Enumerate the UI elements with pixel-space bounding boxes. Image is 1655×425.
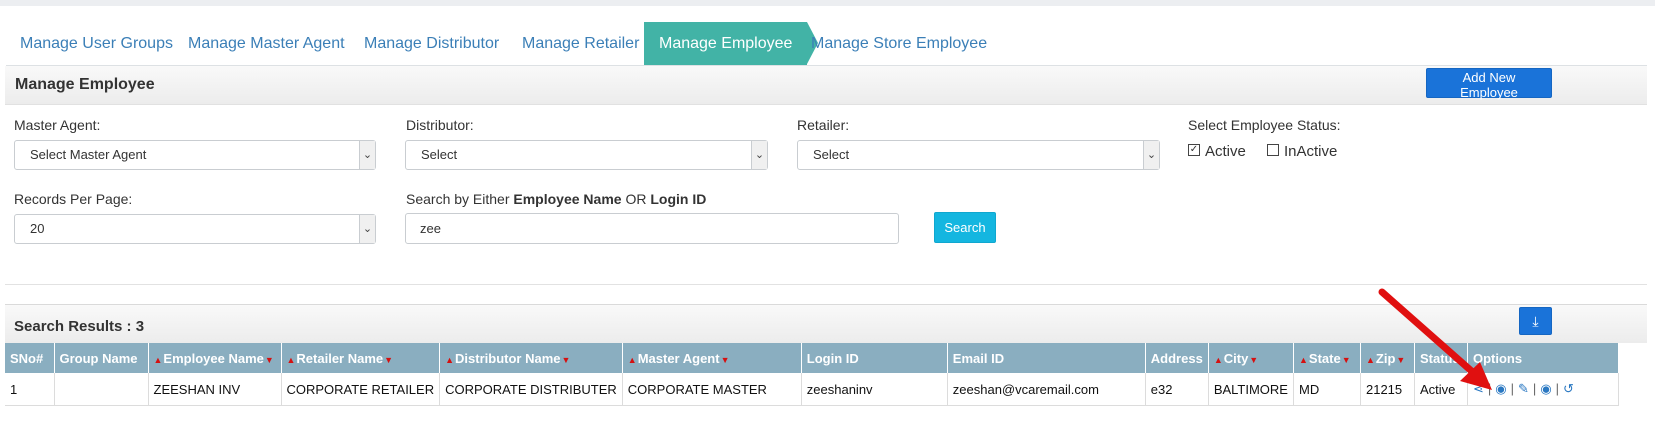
active-checkbox[interactable]: ✓ Active bbox=[1188, 143, 1246, 160]
sort-down-icon: ▼ bbox=[561, 354, 571, 365]
search-button[interactable]: Search bbox=[934, 212, 996, 243]
pencil-icon[interactable]: ✎ bbox=[1518, 381, 1529, 396]
col-email-id: Email ID bbox=[947, 343, 1146, 373]
sort-up-icon: ▲ bbox=[1298, 354, 1308, 365]
col-group-name: Group Name bbox=[54, 343, 149, 373]
cell-city: BALTIMORE bbox=[1208, 373, 1294, 406]
records-per-page-value: 20 bbox=[30, 221, 45, 236]
col-master-agent[interactable]: ▲Master Agent▼ bbox=[622, 343, 802, 373]
master-agent-value: Select Master Agent bbox=[30, 147, 147, 162]
master-agent-select[interactable]: Select Master Agent ⌄ bbox=[14, 140, 376, 170]
table-row: 1 ZEESHAN INV CORPORATE RETAILER CORPORA… bbox=[5, 373, 1619, 406]
distributor-value: Select bbox=[421, 147, 458, 162]
results-title: Search Results : 3 bbox=[14, 318, 145, 335]
add-new-employee-button[interactable]: Add New Employee bbox=[1426, 68, 1552, 100]
search-input[interactable] bbox=[405, 213, 899, 244]
col-options: Options bbox=[1467, 343, 1619, 373]
cell-options: ⋖ | ◉ | ✎ | ◉ | ↺ bbox=[1467, 373, 1619, 406]
records-per-page-label: Records Per Page: bbox=[14, 191, 133, 207]
col-address: Address bbox=[1145, 343, 1209, 373]
tab-manage-distributor[interactable]: Manage Distributor bbox=[364, 22, 499, 65]
col-retailer-name[interactable]: ▲Retailer Name▼ bbox=[281, 343, 441, 373]
sort-down-icon: ▼ bbox=[1341, 354, 1351, 365]
cell-group-name bbox=[54, 373, 149, 406]
sort-up-icon: ▲ bbox=[445, 354, 455, 365]
user-lock-icon[interactable]: ◉ bbox=[1495, 381, 1506, 396]
cell-address: e32 bbox=[1145, 373, 1209, 406]
chevron-down-icon: ⌄ bbox=[359, 141, 375, 169]
col-status: Status bbox=[1414, 343, 1468, 373]
checkbox-unchecked-icon bbox=[1267, 144, 1279, 157]
tab-manage-master-agent[interactable]: Manage Master Agent bbox=[188, 22, 345, 65]
col-distributor-name[interactable]: ▲Distributor Name▼ bbox=[439, 343, 623, 373]
search-label-or: OR bbox=[621, 191, 651, 207]
col-sno: SNo# bbox=[5, 343, 55, 373]
status-label: Select Employee Status: bbox=[1188, 117, 1341, 133]
sort-down-icon: ▼ bbox=[720, 354, 730, 365]
cell-master-agent: CORPORATE MASTER bbox=[622, 373, 802, 406]
sort-up-icon: ▲ bbox=[153, 354, 163, 365]
sitemap-icon[interactable]: ⋖ bbox=[1473, 381, 1484, 396]
search-label-login-id: Login ID bbox=[650, 191, 707, 207]
col-zip[interactable]: ▲Zip▼ bbox=[1360, 343, 1415, 373]
cell-employee-name: ZEESHAN INV bbox=[148, 373, 282, 406]
divider bbox=[5, 284, 1647, 285]
sort-up-icon: ▲ bbox=[1213, 354, 1223, 365]
inactive-checkbox[interactable]: InActive bbox=[1267, 143, 1337, 160]
cell-zip: 21215 bbox=[1360, 373, 1415, 406]
table-header-row: SNo# Group Name ▲Employee Name▼ ▲Retaile… bbox=[5, 343, 1619, 373]
page-title: Manage Employee bbox=[15, 76, 155, 93]
active-label: Active bbox=[1205, 143, 1246, 160]
retailer-value: Select bbox=[813, 147, 850, 162]
distributor-label: Distributor: bbox=[406, 117, 474, 133]
sort-up-icon: ▲ bbox=[1365, 354, 1375, 365]
distributor-select[interactable]: Select ⌄ bbox=[405, 140, 768, 170]
tab-manage-employee[interactable]: Manage Employee bbox=[644, 22, 819, 65]
results-header: Search Results : 3 ⤓ bbox=[5, 304, 1647, 343]
sort-down-icon: ▼ bbox=[1396, 354, 1406, 365]
cell-login-id: zeeshaninv bbox=[801, 373, 948, 406]
cell-email-id: zeeshan@vcaremail.com bbox=[947, 373, 1146, 406]
inactive-label: InActive bbox=[1284, 143, 1338, 160]
checkbox-checked-icon: ✓ bbox=[1188, 144, 1200, 157]
retailer-select[interactable]: Select ⌄ bbox=[797, 140, 1160, 170]
undo-icon[interactable]: ↺ bbox=[1563, 381, 1574, 396]
sort-down-icon: ▼ bbox=[1249, 354, 1259, 365]
sort-up-icon: ▲ bbox=[286, 354, 296, 365]
col-city[interactable]: ▲City▼ bbox=[1208, 343, 1294, 373]
eye-icon[interactable]: ◉ bbox=[1540, 381, 1551, 396]
cell-status: Active bbox=[1414, 373, 1468, 406]
cell-sno: 1 bbox=[5, 373, 55, 406]
panel-header: Manage Employee Add New Employee bbox=[5, 66, 1647, 105]
sort-up-icon: ▲ bbox=[627, 354, 637, 365]
records-per-page-select[interactable]: 20 ⌄ bbox=[14, 214, 376, 244]
col-state[interactable]: ▲State▼ bbox=[1293, 343, 1361, 373]
master-agent-label: Master Agent: bbox=[14, 117, 101, 133]
chevron-down-icon: ⌄ bbox=[359, 215, 375, 243]
sort-down-icon: ▼ bbox=[264, 354, 274, 365]
col-login-id: Login ID bbox=[801, 343, 948, 373]
cell-distributor-name: CORPORATE DISTRIBUTER bbox=[439, 373, 623, 406]
sort-down-icon: ▼ bbox=[384, 354, 394, 365]
retailer-label: Retailer: bbox=[797, 117, 850, 133]
top-strip bbox=[0, 0, 1655, 6]
col-employee-name[interactable]: ▲Employee Name▼ bbox=[148, 343, 282, 373]
results-table: SNo# Group Name ▲Employee Name▼ ▲Retaile… bbox=[5, 343, 1619, 406]
search-label: Search by Either Employee Name OR Login … bbox=[406, 191, 706, 207]
tab-manage-user-groups[interactable]: Manage User Groups bbox=[20, 22, 173, 65]
tab-bar: Manage User Groups Manage Master Agent M… bbox=[0, 22, 1655, 66]
tab-manage-store-employee[interactable]: Manage Store Employee bbox=[811, 22, 987, 65]
download-icon: ⤓ bbox=[1532, 312, 1539, 329]
search-label-prefix: Search by Either bbox=[406, 191, 514, 207]
chevron-down-icon: ⌄ bbox=[751, 141, 767, 169]
cell-retailer-name: CORPORATE RETAILER bbox=[281, 373, 441, 406]
chevron-down-icon: ⌄ bbox=[1143, 141, 1159, 169]
download-button[interactable]: ⤓ bbox=[1519, 307, 1552, 335]
tab-manage-retailer[interactable]: Manage Retailer bbox=[522, 22, 639, 65]
cell-state: MD bbox=[1293, 373, 1361, 406]
search-label-employee-name: Employee Name bbox=[513, 191, 622, 207]
